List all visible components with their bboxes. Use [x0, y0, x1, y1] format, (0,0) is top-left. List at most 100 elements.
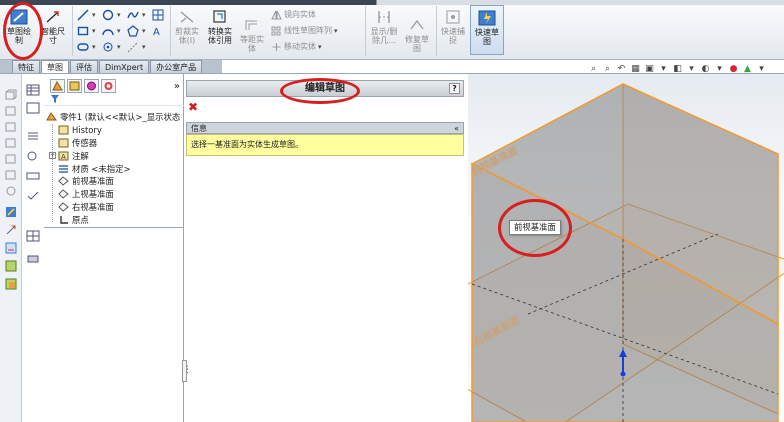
chevron-down-icon[interactable]: ▾	[117, 43, 123, 51]
mirror-icon	[270, 10, 282, 20]
hide-show-icon[interactable]: ◐	[700, 64, 711, 75]
move-entities-button[interactable]: 移动实体 ▾	[270, 41, 324, 52]
tree-item-material[interactable]: 材质 <未指定>	[58, 162, 184, 175]
tab-office-products[interactable]: 办公室产品	[150, 60, 203, 73]
chevron-down-icon[interactable]: ▾	[756, 64, 767, 75]
display-manager-tab-icon[interactable]	[101, 79, 116, 93]
tree-item-origin[interactable]: 原点	[58, 213, 184, 226]
tree-item-front-plane[interactable]: 前视基准面	[58, 175, 184, 188]
display-style-icon[interactable]: ◧	[672, 64, 683, 75]
previous-view-icon[interactable]: ↶	[616, 64, 627, 75]
mirror-entities-button[interactable]: 镜向实体	[270, 9, 316, 20]
chevron-down-icon[interactable]: ▾	[142, 27, 148, 35]
section-view-icon[interactable]: ▦	[630, 64, 641, 75]
chevron-down-icon[interactable]: ▾	[686, 64, 697, 75]
chevron-down-icon[interactable]: ▾	[117, 27, 123, 35]
property-manager-header: 编辑草图 ?	[186, 80, 464, 97]
grid-icon[interactable]	[151, 9, 164, 22]
display-delete-relations-button[interactable]: 显示/删 除几...	[367, 8, 401, 45]
grid-view-icon[interactable]	[26, 230, 40, 245]
sketch-button[interactable]: 草图绘 制	[4, 8, 34, 45]
info-group-header[interactable]: 信息 «	[186, 122, 464, 134]
repair-sketch-label: 修复草 图	[405, 35, 429, 53]
chevron-down-icon[interactable]: ▾	[318, 43, 324, 51]
point-icon[interactable]	[101, 41, 114, 54]
chevron-down-icon[interactable]: ▾	[142, 43, 148, 51]
line-icon[interactable]	[76, 9, 89, 22]
tree-item-right-plane[interactable]: 右视基准面	[58, 201, 184, 214]
origin-point[interactable]	[620, 371, 626, 377]
tree-item-history[interactable]: History	[58, 124, 184, 137]
scene-icon[interactable]: ▲	[742, 64, 753, 75]
tab-evaluate[interactable]: 评估	[70, 60, 98, 73]
ruler-icon[interactable]	[26, 170, 40, 185]
zoom-icon[interactable]	[26, 150, 40, 165]
relations-tool-icon[interactable]	[4, 242, 18, 254]
tree-item-label: 前视基准面	[72, 176, 114, 187]
blocks-icon[interactable]	[4, 260, 18, 272]
tab-dimxpert[interactable]: DimXpert	[99, 60, 150, 73]
chevron-down-icon[interactable]: ▾	[92, 27, 98, 35]
centerline-icon[interactable]	[126, 41, 139, 54]
check-icon[interactable]	[26, 190, 40, 205]
layers-icon[interactable]	[4, 278, 18, 290]
rapid-sketch-button[interactable]: 快速草 图	[470, 5, 504, 55]
chevron-down-icon[interactable]: ▾	[92, 43, 98, 51]
panel-splitter-handle[interactable]	[182, 360, 192, 382]
appearance-icon[interactable]: ●	[728, 64, 739, 75]
linear-sketch-pattern-button[interactable]: 线性草图阵列 ▾	[270, 25, 340, 36]
slot-icon[interactable]	[76, 41, 89, 54]
cancel-button[interactable]: ✖	[188, 100, 198, 114]
tree-item-annotations[interactable]: + A 注解	[49, 149, 184, 162]
cut-icon[interactable]	[4, 152, 18, 164]
text-icon[interactable]: A	[151, 25, 164, 38]
chevron-down-icon[interactable]: ▾	[658, 64, 669, 75]
list-icon[interactable]	[26, 130, 40, 145]
fillet-icon[interactable]	[4, 168, 18, 180]
convert-entities-button[interactable]: 转换实 体引用	[203, 8, 237, 45]
circle-icon[interactable]	[101, 9, 114, 22]
settings-icon[interactable]	[26, 102, 40, 117]
feature-manager-tab-icon[interactable]	[50, 79, 65, 93]
loft-icon[interactable]	[4, 136, 18, 148]
chevron-down-icon[interactable]: ▾	[714, 64, 725, 75]
sketch-tools-icon[interactable]	[4, 206, 18, 218]
extrude-icon[interactable]	[4, 88, 18, 100]
graphics-viewport[interactable]: 前视基准面 右视基准面	[468, 74, 784, 422]
chevron-down-icon[interactable]: ▾	[142, 11, 148, 19]
trim-entities-button[interactable]: 剪裁实 体(I)	[172, 8, 202, 45]
zoom-area-icon[interactable]: ⌕	[602, 64, 613, 75]
view-orientation-icon[interactable]: ▣	[644, 64, 655, 75]
printer-icon[interactable]	[26, 252, 40, 267]
help-button[interactable]: ?	[449, 83, 460, 94]
revolve-icon[interactable]	[4, 104, 18, 116]
sweep-icon[interactable]	[4, 120, 18, 132]
collapse-icon[interactable]: «	[454, 123, 459, 134]
zoom-to-fit-icon[interactable]: ⌕	[588, 64, 599, 75]
rectangle-icon[interactable]	[76, 25, 89, 38]
tree-root-part[interactable]: 零件1 (默认<<默认>_显示状态	[46, 111, 184, 124]
chevron-down-icon[interactable]: ▾	[92, 11, 98, 19]
shell-icon[interactable]	[4, 184, 18, 196]
dimension-tool-icon[interactable]	[4, 224, 18, 236]
chevron-down-icon[interactable]: ▾	[117, 11, 123, 19]
offset-entities-label: 等距实 体	[240, 35, 264, 53]
repair-sketch-button[interactable]: 修复草 图	[402, 16, 432, 53]
offset-entities-button[interactable]: 等距实 体	[238, 16, 266, 53]
configuration-manager-tab-icon[interactable]	[84, 79, 99, 93]
expand-toggle[interactable]: +	[49, 152, 56, 160]
property-manager-tab-icon[interactable]	[67, 79, 82, 93]
tree-filter[interactable]	[44, 94, 184, 107]
chevron-down-icon[interactable]: ▾	[334, 27, 340, 35]
filter-icon[interactable]	[50, 94, 60, 107]
tab-features[interactable]: 特征	[12, 60, 40, 73]
smart-dimension-button[interactable]: 智能尺 寸	[36, 8, 70, 45]
spline-icon[interactable]	[126, 9, 139, 22]
tree-item-sensors[interactable]: 传感器	[58, 137, 184, 150]
polygon-icon[interactable]	[126, 25, 139, 38]
quick-snaps-button[interactable]: 快速捕 捉	[438, 8, 468, 45]
expand-panel-icon[interactable]: »	[174, 81, 180, 92]
tab-sketch[interactable]: 草图	[41, 60, 69, 73]
arc-icon[interactable]	[101, 25, 114, 38]
tree-item-top-plane[interactable]: 上视基准面	[58, 188, 184, 201]
